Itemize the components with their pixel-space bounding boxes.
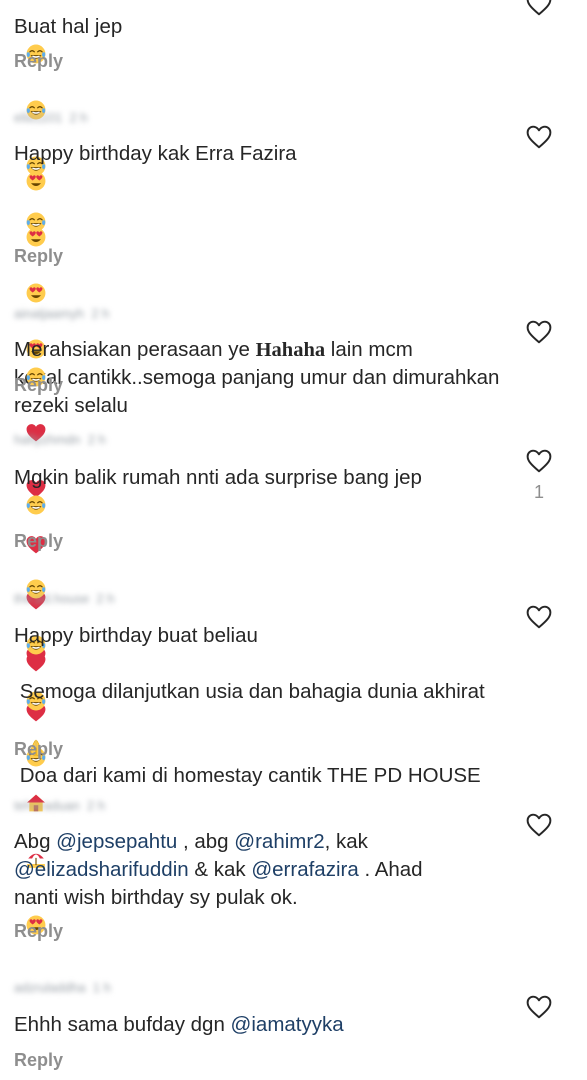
- mention-link[interactable]: @elizadsharifuddin: [14, 858, 189, 881]
- mention-link[interactable]: @rahimr2: [234, 830, 324, 853]
- mention-link[interactable]: @errafazira: [251, 858, 358, 881]
- mention-link[interactable]: @iamatyyka: [231, 1013, 344, 1036]
- comment-text-segment: lain mcm: [325, 338, 419, 361]
- comment-text: Merahsiakan perasaan ye Hahaha lain mcm: [14, 336, 514, 392]
- heart-eyes-icon: [26, 171, 46, 191]
- reply-button[interactable]: Reply: [14, 530, 63, 552]
- reply-button[interactable]: Reply: [14, 245, 63, 267]
- reply-button[interactable]: Reply: [14, 374, 63, 396]
- like-heart-icon[interactable]: [526, 320, 552, 344]
- comment-username[interactable]: ella1101 2 h: [14, 108, 88, 128]
- comment-text-segment: Happy birthday kak Erra Fazira: [14, 142, 303, 165]
- like-heart-icon[interactable]: [526, 0, 552, 16]
- comment-text-segment: Buat hal jep: [14, 15, 123, 38]
- heart-eyes-icon: [26, 283, 46, 303]
- comment-text-segment: & kak: [188, 858, 252, 881]
- comment-text: Ehhh sama bufday dgn @iamatyyka: [14, 1011, 514, 1039]
- heart-eyes-icon: [26, 227, 46, 247]
- comment-text-segment: Mgkin balik rumah nnti ada surprise bang…: [14, 466, 428, 489]
- reply-button[interactable]: Reply: [14, 738, 63, 760]
- like-count[interactable]: 1: [532, 481, 546, 503]
- comment-text-segment: Ehhh sama bufday dgn: [14, 1013, 231, 1036]
- like-heart-icon[interactable]: [526, 125, 552, 149]
- comment-text-segment: , kak: [324, 830, 368, 853]
- comment-username[interactable]: the.pd.house 2 h: [14, 589, 115, 609]
- comment-text-segment: , abg: [177, 830, 235, 853]
- comment-username[interactable]: adzruladdha 1 h: [14, 978, 111, 998]
- reply-button[interactable]: Reply: [14, 50, 63, 72]
- reply-button[interactable]: Reply: [14, 1049, 63, 1071]
- reply-button[interactable]: Reply: [14, 920, 63, 942]
- comments-feed: Buat hal jep Reply ella1101 2 h Happy bi…: [0, 0, 587, 1080]
- like-heart-icon[interactable]: [526, 449, 552, 473]
- tears-of-joy-icon: [26, 495, 46, 515]
- like-heart-icon[interactable]: [526, 995, 552, 1019]
- comment-username[interactable]: hafiyzhmdn 2 h: [14, 430, 106, 450]
- mention-link[interactable]: @jepsepahtu: [56, 830, 177, 853]
- like-heart-icon[interactable]: [526, 605, 552, 629]
- like-heart-icon[interactable]: [526, 813, 552, 837]
- comment-text-segment: Merahsiakan perasaan ye: [14, 338, 256, 361]
- comment-text-segment: Semoga dilanjutkan usia dan bahagia duni…: [19, 680, 485, 703]
- bold-word: Hahaha: [255, 339, 326, 361]
- comment-username[interactable]: teharaduan 2 h: [14, 796, 105, 816]
- comment-text-segment: Doa dari kami di homestay cantik THE PD …: [14, 764, 487, 787]
- comment-username[interactable]: ainatjaamyh 2 h: [14, 304, 109, 324]
- red-heart-icon: [26, 653, 46, 673]
- comment-text-segment: Abg: [14, 830, 57, 853]
- comment-text: Abg @jepsepahtu , abg @rahimr2, kak @eli…: [14, 828, 514, 940]
- comment-text-segment: Happy birthday buat beliau: [14, 624, 264, 647]
